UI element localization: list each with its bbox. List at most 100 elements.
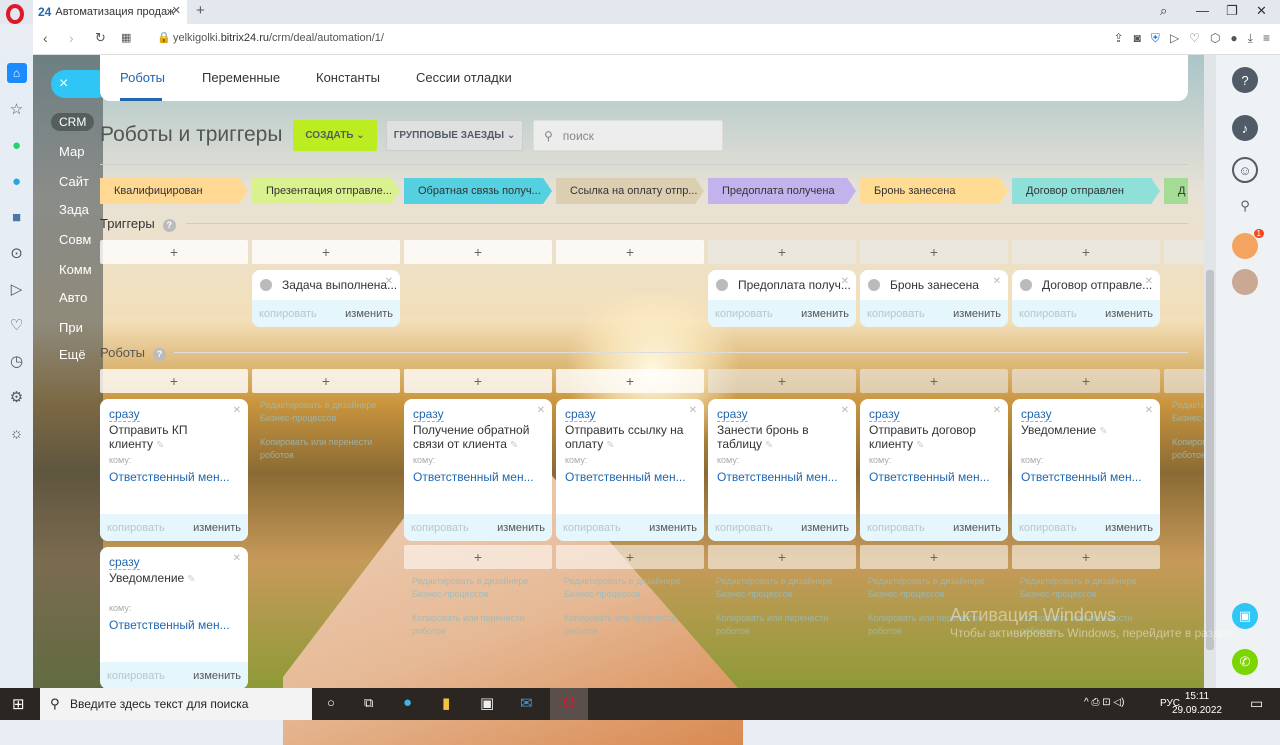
telegram-icon[interactable]: ● [0, 163, 33, 199]
heart-icon[interactable]: ♡ [1189, 31, 1200, 46]
add-trigger-button[interactable]: + [100, 240, 248, 264]
back-icon[interactable]: ‹ [43, 30, 48, 46]
settings-icon[interactable]: ⚙ [0, 379, 33, 415]
delete-icon[interactable]: ✕ [841, 405, 849, 416]
add-trigger-button[interactable]: + [252, 240, 400, 264]
copy-link[interactable]: копировать [867, 308, 925, 320]
edit-link[interactable]: изменить [193, 522, 241, 534]
robot-delay[interactable]: сразу [869, 407, 900, 422]
edit-link[interactable]: изменить [193, 670, 241, 682]
copy-link[interactable]: копировать [411, 522, 469, 534]
trigger-card[interactable]: Бронь занесена ✕ копировать изменить [860, 270, 1008, 327]
trigger-card[interactable]: Договор отправле... ✕ копировать изменить [1012, 270, 1160, 327]
edit-link[interactable]: изменить [1105, 522, 1153, 534]
robot-card[interactable]: сразу ✕ Отправить договор клиенту ✎ кому: Отв… [860, 399, 1008, 541]
edit-link[interactable]: изменить [497, 522, 545, 534]
history-icon[interactable]: ◷ [0, 343, 33, 379]
tab-constants[interactable]: Константы [316, 70, 380, 85]
search-input[interactable]: ⚲ поиск [533, 120, 723, 151]
cortana-icon[interactable]: ○ [327, 695, 335, 710]
robot-delay[interactable]: сразу [717, 407, 748, 422]
robot-card[interactable]: сразу ✕ Уведомление ✎ кому: Ответственный мен… [100, 547, 248, 689]
mail-icon[interactable]: ✉ [520, 694, 533, 712]
edit-link[interactable]: изменить [801, 522, 849, 534]
pencil-icon[interactable]: ✎ [510, 440, 518, 451]
close-tab-icon[interactable]: ✕ [172, 4, 181, 17]
copy-link[interactable]: копировать [107, 670, 165, 682]
add-robot-button[interactable]: + [1012, 545, 1160, 569]
add-trigger-button[interactable]: + [404, 240, 552, 264]
delete-icon[interactable]: ✕ [689, 405, 697, 416]
robot-card[interactable]: сразу ✕ Отправить КП клиенту ✎ кому: Ответств… [100, 399, 248, 541]
robot-delay[interactable]: сразу [109, 407, 140, 422]
edge-icon[interactable]: ● [403, 694, 412, 711]
help-icon[interactable]: ? [1232, 67, 1258, 93]
delete-icon[interactable]: ✕ [233, 405, 241, 416]
robot-card[interactable]: сразу ✕ Уведомление ✎ кому: Ответственный мен… [1012, 399, 1160, 541]
add-robot-button[interactable]: + [556, 369, 704, 393]
robot-recipient[interactable]: Ответственный мен... [109, 470, 230, 484]
opera-logo-icon[interactable] [6, 4, 24, 24]
browser-tab[interactable]: 24 Автоматизация продаж ✕ [33, 0, 187, 24]
delete-icon[interactable]: ✕ [841, 276, 849, 287]
help-icon[interactable]: ? [153, 348, 167, 361]
vk-icon[interactable]: ■ [0, 199, 33, 235]
edit-link[interactable]: изменить [953, 308, 1001, 320]
extensions-icon[interactable]: ⬡ [1210, 31, 1220, 46]
windows-start-icon[interactable]: ⊞ [12, 695, 25, 713]
pencil-icon[interactable]: ✎ [606, 440, 614, 451]
copy-link[interactable]: копировать [107, 522, 165, 534]
bell-icon[interactable]: ♪ [1232, 115, 1258, 141]
edit-link[interactable]: изменить [801, 308, 849, 320]
store-icon[interactable]: ▣ [480, 694, 494, 712]
designer-link[interactable]: Редактировать в дизайнере Бизнес-процесс… [412, 575, 544, 601]
robot-recipient[interactable]: Ответственный мен... [869, 470, 990, 484]
camera-icon[interactable]: ◙ [1134, 31, 1141, 46]
taskbar-search[interactable]: ⚲ Введите здесь текст для поиска [40, 688, 312, 720]
robot-card[interactable]: сразу ✕ Получение обратной связи от клиент… [404, 399, 552, 541]
player-icon[interactable]: ⊙ [0, 235, 33, 271]
robot-recipient[interactable]: Ответственный мен... [565, 470, 686, 484]
phone-icon[interactable]: ✆ [1232, 649, 1258, 675]
scrollbar[interactable] [1204, 55, 1216, 688]
robot-delay[interactable]: сразу [565, 407, 596, 422]
stage-3[interactable]: Ссылка на оплату отпр... [556, 178, 704, 204]
delete-icon[interactable]: ✕ [993, 276, 1001, 287]
edit-link[interactable]: изменить [345, 308, 393, 320]
share-icon[interactable]: ⇪ [1114, 31, 1124, 46]
add-robot-button[interactable]: + [100, 369, 248, 393]
add-trigger-button[interactable]: + [556, 240, 704, 264]
add-robot-button[interactable]: + [252, 369, 400, 393]
minimize-icon[interactable]: — [1196, 3, 1209, 18]
tab-variables[interactable]: Переменные [202, 70, 280, 85]
robot-delay[interactable]: сразу [1021, 407, 1052, 422]
stage-6[interactable]: Договор отправлен [1012, 178, 1160, 204]
add-robot-button[interactable]: + [404, 545, 552, 569]
designer-link[interactable]: Редактировать в дизайнере Бизнес-процесс… [716, 575, 848, 601]
heart-icon[interactable]: ♡ [0, 307, 33, 343]
copy-link[interactable]: копировать [715, 308, 773, 320]
copy-move-link[interactable]: Копировать или перенести роботов [412, 612, 544, 638]
copy-link[interactable]: копировать [259, 308, 317, 320]
group-runs-button[interactable]: ГРУППОВЫЕ ЗАЕЗДЫ ⌄ [386, 120, 523, 151]
shield-icon[interactable]: ⛨ [1151, 31, 1160, 46]
home-icon[interactable]: ⌂ [0, 55, 33, 91]
robot-recipient[interactable]: Ответственный мен... [717, 470, 838, 484]
robot-recipient[interactable]: Ответственный мен... [109, 618, 230, 632]
add-trigger-button[interactable]: + [860, 240, 1008, 264]
stage-5[interactable]: Бронь занесена [860, 178, 1008, 204]
edit-link[interactable]: изменить [649, 522, 697, 534]
pencil-icon[interactable]: ✎ [156, 440, 164, 451]
forward-icon[interactable]: › [69, 30, 74, 46]
add-robot-button[interactable]: + [404, 369, 552, 393]
avatar[interactable] [1232, 269, 1258, 295]
copy-move-link[interactable]: Копировать или перенести роботов [716, 612, 848, 638]
opera-taskbar-icon[interactable]: O [550, 688, 588, 720]
send-icon[interactable]: ▷ [0, 271, 33, 307]
avatar[interactable]: 1 [1232, 229, 1264, 259]
menu-icon[interactable]: ≡ [1263, 31, 1270, 46]
tray-icons[interactable]: ^ ⎙ ⊡ ◁) [1084, 697, 1124, 708]
add-robot-button[interactable]: + [556, 545, 704, 569]
add-robot-button[interactable]: + [860, 545, 1008, 569]
add-trigger-button[interactable]: + [1012, 240, 1160, 264]
